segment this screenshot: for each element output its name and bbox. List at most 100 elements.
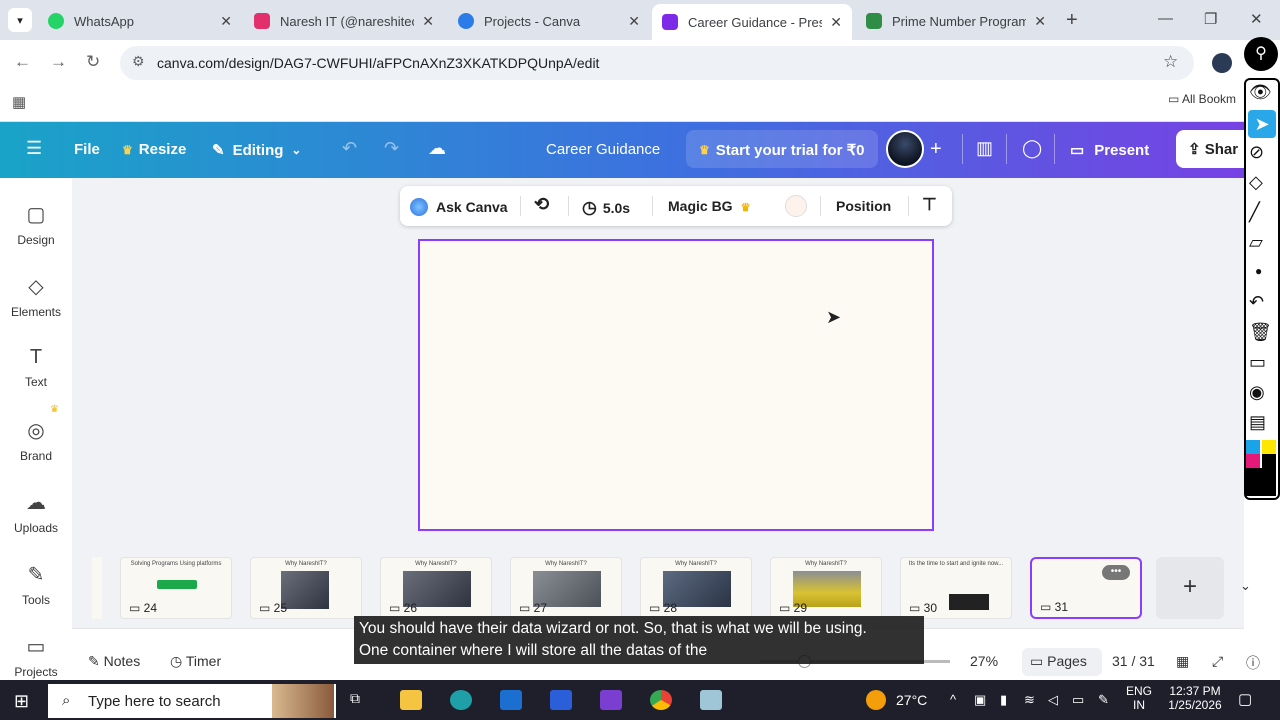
page-thumbnail[interactable]: Why NareshIT? ▭ 29 [770,557,882,619]
clock[interactable]: 12:37 PM 1/25/2026 [1162,684,1228,712]
close-tab-icon[interactable]: ✕ [830,14,842,31]
pen-tray-icon[interactable]: ✎ [1098,692,1109,708]
color-swatch-black[interactable] [1262,454,1276,468]
camera-icon[interactable]: ◉ [1249,382,1265,403]
app-icon[interactable] [600,690,622,710]
page-thumbnail[interactable]: Its the time to start and ignite now... … [900,557,1012,619]
resize-button[interactable]: ♛ Resize [122,141,186,158]
all-bookmarks-button[interactable]: ▭ All Bookm [1168,92,1236,106]
slide-canvas[interactable] [418,239,934,531]
comment-icon[interactable]: ◯ [1022,138,1042,159]
board-icon[interactable]: ▭ [1249,352,1266,373]
tab-prime-number[interactable]: Prime Number Program ✕ [856,6,1056,36]
eye-icon[interactable]: 👁 [1249,82,1272,103]
design-title[interactable]: Career Guidance [546,141,660,158]
close-tab-icon[interactable]: ✕ [422,13,434,30]
tray-device-icon[interactable]: ▣ [974,692,986,708]
battery-icon[interactable]: ▭ [1072,692,1084,708]
site-info-icon[interactable]: ⚙ [132,53,145,70]
position-button[interactable]: Position [836,198,891,214]
grid-view-icon[interactable]: ▦ [1176,653,1189,670]
add-page-button[interactable]: + [1156,557,1224,619]
sidebar-item-design[interactable]: ▢ Design [0,202,72,247]
close-tab-icon[interactable]: ✕ [1034,13,1046,30]
minimize-icon[interactable]: — [1158,10,1173,27]
background-color-swatch[interactable] [785,195,807,217]
no-draw-icon[interactable]: ⊘ [1249,142,1264,163]
new-tab-button[interactable]: + [1066,9,1078,32]
page-more-options-icon[interactable]: ••• [1102,565,1130,580]
undo-icon[interactable]: ↶ [342,138,357,159]
taskbar-search-placeholder[interactable]: Type here to search [88,693,221,710]
highlighter-icon[interactable]: ▱ [1249,232,1263,253]
file-explorer-icon[interactable] [400,690,422,710]
dot-icon[interactable]: ● [1255,264,1262,278]
tab-instagram[interactable]: Naresh IT (@nareshitech ✕ [244,6,444,36]
magic-bg-button[interactable]: Magic BG ♛ [668,198,750,214]
start-trial-button[interactable]: ♛ Start your trial for ₹0 [699,141,865,159]
wifi-icon[interactable]: ≋ [1024,692,1035,708]
sidebar-item-uploads[interactable]: ☁ Uploads [0,490,72,535]
page-thumbnail[interactable]: Why NareshIT? ▭ 26 [380,557,492,619]
tab-search-dropdown[interactable]: ▾ [8,8,32,32]
annotation-tool-logo-icon[interactable]: ⚲ [1244,37,1278,71]
apps-grid-icon[interactable]: ▦ [12,93,26,111]
undo-icon[interactable]: ↶ [1249,292,1264,313]
back-arrow-icon[interactable]: ← [14,52,31,72]
outlook-icon[interactable] [500,690,522,710]
page-thumbnail[interactable]: Why NareshIT? ▭ 27 [510,557,622,619]
microphone-icon[interactable]: ▮ [1000,692,1007,708]
format-painter-icon[interactable]: ⊤ [922,195,937,215]
eraser-icon[interactable]: ◇ [1249,172,1263,193]
forward-arrow-icon[interactable]: → [50,52,67,72]
present-button[interactable]: ▭ Present [1070,141,1149,160]
duration-button[interactable]: ◷ 5.0s [582,198,630,218]
pages-button[interactable]: ▭ Pages [1030,653,1087,670]
add-collaborator-icon[interactable]: + [930,138,942,161]
mail-icon[interactable] [550,690,572,710]
file-menu[interactable]: File [74,141,100,158]
edge-icon[interactable] [450,690,472,710]
notes-button[interactable]: ✎ Notes [88,653,140,670]
task-view-icon[interactable]: ⧉ [350,690,372,710]
color-swatch-cyan[interactable] [1246,440,1260,454]
close-tab-icon[interactable]: ✕ [628,13,640,30]
tab-whatsapp[interactable]: WhatsApp ✕ [38,6,242,36]
editing-dropdown[interactable]: ✎ Editing ⌄ [212,141,301,160]
language-indicator[interactable]: ENG IN [1124,684,1154,712]
redo-icon[interactable]: ↷ [384,138,399,159]
hamburger-menu-icon[interactable]: ☰ [26,138,42,159]
pointer-arrow-icon[interactable]: ➤ [1248,110,1276,138]
restore-icon[interactable]: ❐ [1204,10,1217,28]
zoom-level[interactable]: 27% [970,653,998,669]
reload-icon[interactable]: ↻ [86,52,100,72]
sidebar-item-projects[interactable]: ▭ Projects [0,634,72,680]
cloud-saved-icon[interactable]: ☁ [428,138,446,159]
animate-icon[interactable]: ⟲ [534,194,549,215]
sidebar-item-brand[interactable]: ◎ Brand [0,418,72,463]
tab-career-guidance[interactable]: Career Guidance - Preser ✕ [652,4,852,40]
profile-avatar[interactable] [1212,53,1232,73]
chevron-down-icon[interactable]: ⌄ [1240,578,1251,594]
tray-chevron-icon[interactable]: ^ [950,692,956,707]
weather-icon[interactable] [866,690,886,710]
page-thumbnail[interactable]: Why NareshIT? ▭ 28 [640,557,752,619]
sidebar-item-tools[interactable]: ✎ Tools [0,562,72,607]
close-window-icon[interactable]: ✕ [1250,10,1263,28]
temperature[interactable]: 27°C [896,692,927,708]
url-text[interactable]: canva.com/design/DAG7-CWFUHI/aFPCnAXnZ3X… [157,55,599,71]
close-tab-icon[interactable]: ✕ [220,13,232,30]
notification-icon[interactable]: ▢ [1238,690,1252,708]
bookmark-star-icon[interactable]: ☆ [1163,52,1178,72]
fullscreen-icon[interactable]: ⤢ [1212,653,1223,670]
windows-start-icon[interactable]: ⊞ [14,691,29,712]
ask-canva-button[interactable]: Ask Canva [410,198,508,216]
page-thumbnail[interactable]: Why NareshIT? ▭ 25 [250,557,362,619]
user-avatar[interactable] [886,130,924,168]
notepad-icon[interactable] [700,690,722,710]
color-swatch-yellow[interactable] [1262,440,1276,454]
timer-button[interactable]: ◷ Timer [170,653,221,670]
sidebar-item-text[interactable]: T Text [0,346,72,389]
sidebar-item-elements[interactable]: ◇ Elements [0,274,72,319]
pen-icon[interactable]: ╱ [1249,202,1260,223]
